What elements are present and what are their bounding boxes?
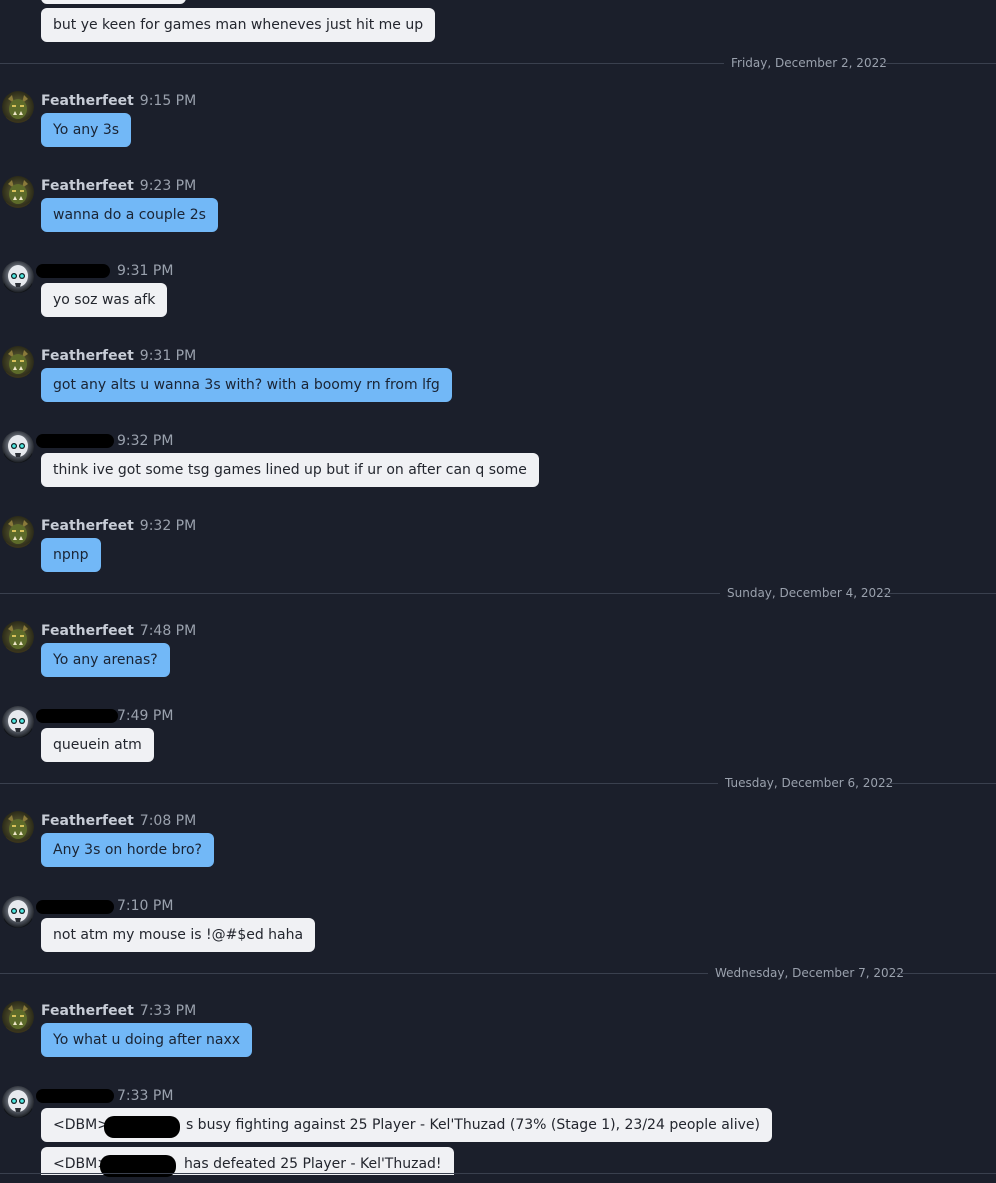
- timestamp: 7:33 PM: [139, 1003, 197, 1019]
- message-header: Featherfeet 9:32 PM: [41, 517, 196, 535]
- dbm-text: s busy fighting against 25 Player - Kel'…: [185, 1117, 760, 1133]
- timestamp: 7:49 PM: [117, 708, 174, 724]
- message-header: Featherfeet 9:23 PM: [41, 177, 196, 195]
- timestamp: 7:48 PM: [139, 623, 197, 639]
- contact-avatar[interactable]: [2, 1086, 34, 1118]
- redacted-name: [36, 264, 110, 278]
- divider-line: [0, 973, 708, 974]
- message-bubble[interactable]: Yo any arenas?: [41, 643, 170, 677]
- message-bubble[interactable]: Any 3s on horde bro?: [41, 833, 214, 867]
- divider-line: [885, 783, 996, 784]
- timestamp: 7:10 PM: [117, 898, 174, 914]
- message-bubble[interactable]: npnp: [41, 538, 101, 572]
- redacted-name: [36, 434, 114, 448]
- partial-message-bubble: [41, 0, 186, 4]
- message-bubble[interactable]: wanna do a couple 2s: [41, 198, 218, 232]
- featherfeet-avatar[interactable]: [2, 1001, 34, 1033]
- sender-name[interactable]: Featherfeet: [41, 348, 134, 364]
- sender-name[interactable]: Featherfeet: [41, 813, 134, 829]
- featherfeet-avatar[interactable]: [2, 811, 34, 843]
- message-header: Featherfeet 7:33 PM: [41, 1002, 196, 1020]
- timestamp: 7:33 PM: [117, 1088, 174, 1104]
- date-divider: Tuesday, December 6, 2022: [0, 774, 996, 792]
- timestamp: 9:23 PM: [139, 178, 197, 194]
- message-header: Featherfeet 9:15 PM: [41, 92, 196, 110]
- timestamp: 9:32 PM: [139, 518, 197, 534]
- timestamp: 9:31 PM: [117, 263, 174, 279]
- divider-line: [0, 783, 718, 784]
- message-bubble[interactable]: got any alts u wanna 3s with? with a boo…: [41, 368, 452, 402]
- featherfeet-avatar[interactable]: [2, 621, 34, 653]
- redacted-name: [36, 900, 114, 914]
- featherfeet-avatar[interactable]: [2, 91, 34, 123]
- divider-line: [883, 593, 996, 594]
- divider-line: [880, 63, 996, 64]
- contact-avatar[interactable]: [2, 431, 34, 463]
- message-header: Featherfeet 7:48 PM: [41, 622, 196, 640]
- redacted-player-name: [104, 1116, 180, 1138]
- divider-line: [0, 593, 720, 594]
- timestamp: 9:32 PM: [117, 433, 174, 449]
- message-bubble[interactable]: queuein atm: [41, 728, 154, 762]
- featherfeet-avatar[interactable]: [2, 346, 34, 378]
- date-divider: Friday, December 2, 2022: [0, 54, 996, 72]
- message-bubble[interactable]: yo soz was afk: [41, 283, 168, 317]
- contact-avatar[interactable]: [2, 261, 34, 293]
- timestamp: 7:08 PM: [139, 813, 197, 829]
- redacted-name: [36, 1089, 114, 1103]
- message-header: Featherfeet 7:08 PM: [41, 812, 196, 830]
- date-label: Sunday, December 4, 2022: [727, 586, 892, 600]
- dbm-text: has defeated 25 Player - Kel'Thuzad!: [183, 1156, 442, 1172]
- redacted-name: [36, 709, 118, 723]
- timestamp: 9:31 PM: [139, 348, 197, 364]
- chat-transcript: but ye keen for games man wheneves just …: [0, 0, 996, 1183]
- date-divider: Wednesday, December 7, 2022: [0, 964, 996, 982]
- message-bubble[interactable]: think ive got some tsg games lined up bu…: [41, 453, 539, 487]
- dbm-prefix: <DBM>: [53, 1117, 109, 1133]
- message-bubble[interactable]: but ye keen for games man wheneves just …: [41, 8, 436, 42]
- timestamp: 9:15 PM: [139, 93, 197, 109]
- message-bubble[interactable]: not atm my mouse is !@#$ed haha: [41, 918, 316, 952]
- composer-border: [0, 1173, 996, 1174]
- featherfeet-avatar[interactable]: [2, 516, 34, 548]
- featherfeet-avatar[interactable]: [2, 176, 34, 208]
- date-label: Wednesday, December 7, 2022: [715, 966, 904, 980]
- sender-name[interactable]: Featherfeet: [41, 93, 134, 109]
- contact-avatar[interactable]: [2, 706, 34, 738]
- sender-name[interactable]: Featherfeet: [41, 1003, 134, 1019]
- message-header: Featherfeet 9:31 PM: [41, 347, 196, 365]
- divider-line: [0, 63, 724, 64]
- divider-line: [895, 973, 996, 974]
- sender-name[interactable]: Featherfeet: [41, 623, 134, 639]
- date-label: Tuesday, December 6, 2022: [725, 776, 894, 790]
- sender-name[interactable]: Featherfeet: [41, 518, 134, 534]
- contact-avatar[interactable]: [2, 896, 34, 928]
- sender-name[interactable]: Featherfeet: [41, 178, 134, 194]
- date-divider: Sunday, December 4, 2022: [0, 584, 996, 602]
- date-label: Friday, December 2, 2022: [731, 56, 887, 70]
- message-bubble[interactable]: Yo what u doing after naxx: [41, 1023, 253, 1057]
- message-bubble[interactable]: Yo any 3s: [41, 113, 132, 147]
